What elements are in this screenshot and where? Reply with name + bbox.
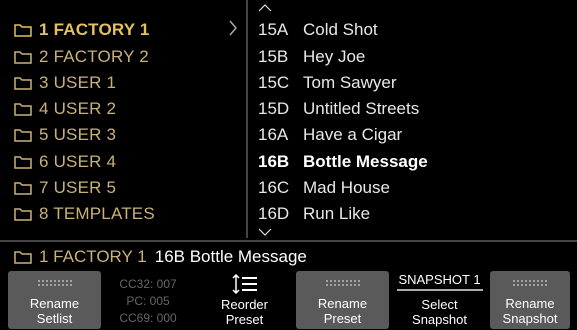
setlist-item-factory-2[interactable]: 2 FACTORY 2 — [14, 44, 149, 70]
rename-setlist-button[interactable]: Rename Setlist — [8, 271, 101, 329]
setlist-item-user-5[interactable]: 7 USER 5 — [14, 175, 116, 201]
preset-name: Have a Cigar — [303, 125, 403, 144]
button-label: Setlist — [36, 311, 73, 326]
status-setlist: 1 FACTORY 1 — [39, 247, 147, 266]
chevron-up-icon[interactable] — [258, 4, 272, 12]
button-label: Rename — [317, 296, 368, 311]
midi-cc-info: CC32: 007 PC: 005 CC69: 000 — [108, 272, 188, 330]
button-label: Rename — [505, 296, 555, 311]
setlist-item-user-4[interactable]: 6 USER 4 — [14, 149, 116, 175]
keyboard-icon — [512, 279, 548, 287]
folder-icon — [14, 77, 32, 90]
snapshot-name: SNAPSHOT 1 — [398, 272, 481, 287]
keyboard-icon — [36, 279, 73, 287]
setlist-label: 6 USER 4 — [39, 152, 117, 171]
setlist-label: 7 USER 5 — [39, 178, 117, 197]
setlist-label: 8 TEMPLATES — [39, 204, 155, 223]
folder-icon — [14, 156, 32, 169]
reorder-icon — [231, 274, 257, 294]
folder-icon — [14, 208, 32, 221]
preset-id: 16C — [258, 178, 290, 197]
button-row: Rename Setlist CC32: 007 PC: 005 CC69: 0… — [0, 270, 577, 330]
cc32-value: CC32: 007 — [119, 276, 177, 291]
setlist-label: 1 FACTORY 1 — [39, 20, 150, 39]
preset-item-15a[interactable]: 15A Cold Shot — [258, 17, 378, 43]
status-preset: 16B Bottle Message — [154, 247, 307, 266]
button-label: Preset — [225, 312, 264, 327]
preset-item-15d[interactable]: 15D Untitled Streets — [258, 96, 419, 122]
setlist-item-templates[interactable]: 8 TEMPLATES — [14, 201, 155, 227]
setlist-item-user-1[interactable]: 3 USER 1 — [14, 70, 116, 96]
button-label: Select — [421, 297, 458, 312]
folder-icon — [14, 24, 32, 37]
preset-item-15b[interactable]: 15B Hey Joe — [258, 44, 365, 70]
preset-id: 16D — [258, 204, 290, 223]
select-snapshot-button[interactable]: SNAPSHOT 1 Select Snapshot — [392, 272, 487, 330]
folder-icon — [14, 182, 32, 195]
preset-item-16a[interactable]: 16A Have a Cigar — [258, 122, 402, 148]
preset-panel: 15A Cold Shot 15B Hey Joe 15C Tom Sawyer… — [248, 0, 577, 238]
button-label: Reorder — [221, 297, 268, 312]
keyboard-icon — [324, 279, 361, 287]
snapshot-underline — [396, 289, 483, 291]
cc69-value: CC69: 000 — [119, 310, 177, 325]
preset-id: 15B — [258, 47, 289, 66]
button-label: Snapshot — [502, 311, 558, 326]
preset-id: 15D — [258, 99, 290, 118]
setlist-panel: 1 FACTORY 1 2 FACTORY 2 3 USER 1 4 USER … — [0, 0, 246, 238]
status-bar: 1 FACTORY 1 16B Bottle Message — [0, 240, 577, 272]
button-label: Rename — [29, 296, 80, 311]
button-label: Preset — [323, 311, 362, 326]
pc-value: PC: 005 — [126, 293, 170, 308]
preset-item-16c[interactable]: 16C Mad House — [258, 175, 390, 201]
preset-id: 15A — [258, 20, 289, 39]
setlist-label: 3 USER 1 — [39, 73, 117, 92]
rename-snapshot-button[interactable]: Rename Snapshot — [490, 271, 570, 329]
setlist-label: 5 USER 3 — [39, 125, 117, 144]
setlist-label: 4 USER 2 — [39, 99, 117, 118]
preset-name: Mad House — [303, 178, 390, 197]
reorder-preset-button[interactable]: Reorder Preset — [197, 272, 292, 330]
setlist-label: 2 FACTORY 2 — [39, 47, 149, 66]
button-label: Snapshot — [412, 312, 467, 327]
rename-preset-button[interactable]: Rename Preset — [296, 271, 389, 329]
folder-icon — [14, 251, 32, 264]
preset-name: Tom Sawyer — [303, 73, 397, 92]
folder-icon — [14, 51, 32, 64]
preset-item-15c[interactable]: 15C Tom Sawyer — [258, 70, 397, 96]
folder-icon — [14, 103, 32, 116]
preset-name: Cold Shot — [303, 20, 378, 39]
preset-name: Hey Joe — [303, 47, 366, 66]
preset-id: 15C — [258, 73, 290, 92]
folder-icon — [14, 129, 32, 142]
preset-item-16b[interactable]: 16B Bottle Message — [258, 149, 428, 175]
setlist-item-user-2[interactable]: 4 USER 2 — [14, 96, 116, 122]
setlist-item-factory-1[interactable]: 1 FACTORY 1 — [14, 17, 150, 43]
preset-name: Run Like — [303, 204, 371, 223]
preset-id: 16B — [258, 152, 290, 171]
chevron-down-icon[interactable] — [258, 228, 272, 236]
preset-name: Untitled Streets — [303, 99, 420, 118]
preset-item-16d[interactable]: 16D Run Like — [258, 201, 370, 227]
setlist-item-user-3[interactable]: 5 USER 3 — [14, 122, 116, 148]
preset-id: 16A — [258, 125, 289, 144]
chevron-right-icon — [228, 20, 238, 41]
preset-name: Bottle Message — [303, 152, 428, 171]
